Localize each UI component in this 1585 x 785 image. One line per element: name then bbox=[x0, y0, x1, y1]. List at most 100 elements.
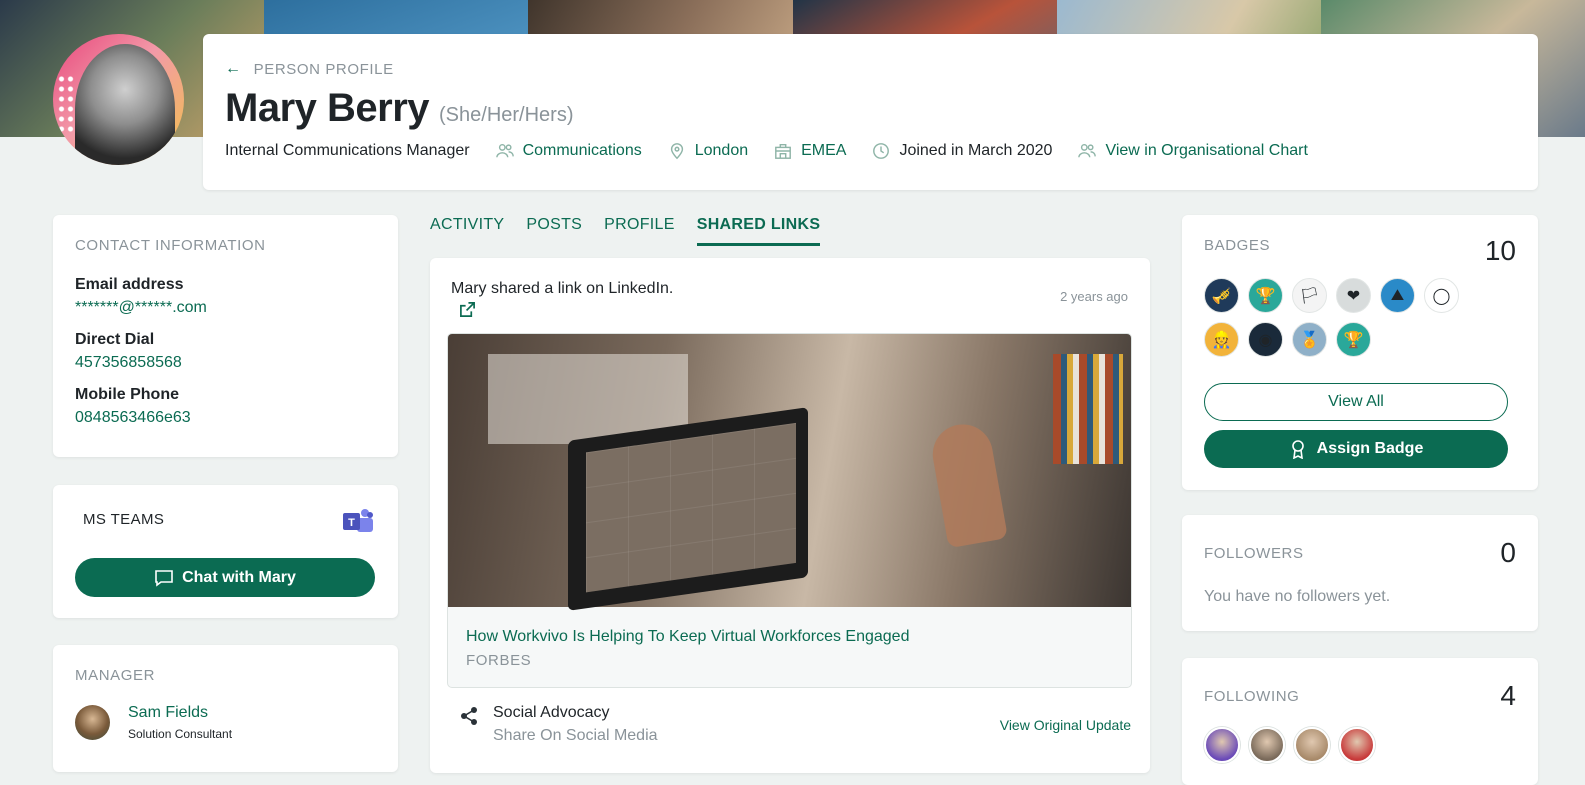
following-count: 4 bbox=[1500, 680, 1516, 711]
people-icon bbox=[495, 143, 514, 158]
post-time: 2 years ago bbox=[1060, 289, 1128, 304]
people-icon bbox=[1078, 143, 1097, 158]
post-author[interactable]: Mary bbox=[451, 280, 487, 297]
external-link-icon[interactable] bbox=[459, 301, 476, 318]
manager-card: MANAGER Sam Fields Solution Consultant bbox=[53, 645, 398, 772]
contact-title: CONTACT INFORMATION bbox=[75, 237, 266, 254]
post-header: Mary shared a link on LinkedIn. bbox=[448, 280, 1132, 298]
manager-name[interactable]: Sam Fields bbox=[128, 704, 232, 722]
org-chart-text: View in Organisational Chart bbox=[1105, 142, 1308, 159]
location-pin-icon bbox=[670, 143, 683, 160]
profile-tabs: ACTIVITY POSTS PROFILE SHARED LINKS bbox=[430, 216, 821, 246]
chat-button[interactable]: Chat with Mary bbox=[75, 558, 375, 597]
mind-badge-icon[interactable]: ◉ bbox=[1248, 322, 1283, 357]
person-name: Mary Berry bbox=[225, 86, 430, 130]
profile-avatar[interactable] bbox=[53, 34, 184, 165]
award-icon bbox=[1291, 440, 1304, 459]
followers-empty: You have no followers yet. bbox=[1204, 588, 1391, 605]
tab-profile[interactable]: PROFILE bbox=[604, 216, 675, 246]
tab-posts[interactable]: POSTS bbox=[526, 216, 582, 246]
image-books bbox=[1053, 354, 1123, 464]
manager-row[interactable]: Sam Fields Solution Consultant bbox=[75, 704, 376, 741]
view-original-link[interactable]: View Original Update bbox=[1000, 717, 1131, 733]
name-row: Mary Berry (She/Her/Hers) bbox=[225, 86, 1516, 131]
followers-title: FOLLOWERS bbox=[1204, 545, 1304, 562]
direct-dial-label: Direct Dial bbox=[75, 331, 155, 348]
trumpet-badge-icon[interactable]: 🎺 bbox=[1204, 278, 1239, 313]
link-title[interactable]: How Workvivo Is Helping To Keep Virtual … bbox=[448, 607, 1131, 646]
back-label: PERSON PROFILE bbox=[253, 60, 394, 78]
olympic-rings-badge-icon[interactable]: ◯ bbox=[1424, 278, 1459, 313]
link-preview-image bbox=[448, 334, 1131, 611]
clock-icon bbox=[873, 143, 890, 159]
image-video-grid bbox=[586, 422, 796, 593]
email-value[interactable]: *******@******.com bbox=[75, 299, 376, 317]
manager-title: MANAGER bbox=[75, 667, 156, 684]
manager-avatar[interactable] bbox=[75, 705, 110, 740]
badges-title: BADGES bbox=[1204, 237, 1271, 254]
tab-activity[interactable]: ACTIVITY bbox=[430, 216, 504, 246]
org-chart-link[interactable]: View in Organisational Chart bbox=[1078, 142, 1308, 160]
ms-teams-title: MS TEAMS bbox=[83, 511, 165, 528]
profile-meta: Internal Communications Manager Communic… bbox=[225, 142, 1516, 160]
location-text: London bbox=[694, 142, 749, 159]
region-link[interactable]: EMEA bbox=[774, 142, 846, 160]
landscape-badge-icon[interactable]: ⛰ bbox=[1380, 278, 1415, 313]
follower-avatar-3[interactable] bbox=[1294, 727, 1330, 763]
email-label: Email address bbox=[75, 276, 184, 293]
assign-badge-label: Assign Badge bbox=[1316, 440, 1424, 457]
avatar-pattern bbox=[57, 74, 75, 134]
astronaut-badge-icon[interactable]: 👷 bbox=[1204, 322, 1239, 357]
image-hand bbox=[928, 419, 1008, 549]
share-icon bbox=[461, 707, 477, 725]
ms-teams-icon: T bbox=[343, 509, 373, 532]
heart-badge-icon[interactable]: ❤ bbox=[1336, 278, 1371, 313]
contact-info-card: CONTACT INFORMATION Email address ******… bbox=[53, 215, 398, 457]
followers-count: 0 bbox=[1500, 537, 1516, 568]
chat-button-label: Chat with Mary bbox=[182, 568, 296, 586]
joined-text: Joined in March 2020 bbox=[899, 142, 1053, 159]
link-source: FORBES bbox=[466, 652, 532, 669]
medal-badge-icon[interactable]: 🏅 bbox=[1292, 322, 1327, 357]
following-avatars bbox=[1204, 727, 1516, 763]
department-link[interactable]: Communications bbox=[495, 142, 642, 160]
post-action: shared a link on LinkedIn. bbox=[486, 280, 674, 297]
assign-badge-button[interactable]: Assign Badge bbox=[1204, 430, 1508, 468]
mobile-value[interactable]: 0848563466e63 bbox=[75, 409, 376, 427]
shared-link-post: Mary shared a link on LinkedIn. 2 years … bbox=[430, 258, 1150, 773]
region-text: EMEA bbox=[801, 142, 847, 159]
following-card: FOLLOWING 4 bbox=[1182, 658, 1538, 785]
manager-role: Solution Consultant bbox=[128, 727, 233, 741]
building-icon bbox=[775, 143, 792, 159]
chat-bubble-icon bbox=[155, 569, 173, 587]
profile-header: ← PERSON PROFILE Mary Berry (She/Her/Her… bbox=[203, 34, 1538, 190]
follower-avatar-1[interactable] bbox=[1204, 727, 1240, 763]
tab-shared-links[interactable]: SHARED LINKS bbox=[696, 216, 821, 246]
job-title-text: Internal Communications Manager bbox=[225, 142, 470, 159]
arrow-left-icon: ← bbox=[225, 60, 242, 77]
link-preview[interactable]: How Workvivo Is Helping To Keep Virtual … bbox=[447, 333, 1132, 688]
avatar-photo bbox=[75, 44, 175, 165]
follower-avatar-2[interactable] bbox=[1249, 727, 1285, 763]
social-advocacy: Social Advocacy Share On Social Media bbox=[459, 704, 658, 745]
badge-grid: 🎺 🏆 🏳 ❤ ⛰ ◯ 👷 ◉ 🏅 🏆 bbox=[1204, 278, 1484, 357]
badges-count: 10 bbox=[1484, 235, 1516, 266]
pronouns: (She/Her/Hers) bbox=[439, 104, 574, 126]
followers-card: FOLLOWERS 0 You have no followers yet. bbox=[1182, 515, 1538, 631]
ms-teams-card: MS TEAMS T Chat with Mary bbox=[53, 485, 398, 618]
department-text: Communications bbox=[522, 142, 642, 159]
image-laptop bbox=[568, 407, 808, 611]
follower-avatar-4[interactable] bbox=[1339, 727, 1375, 763]
location-link[interactable]: London bbox=[668, 142, 748, 160]
pride-flag-badge-icon[interactable]: 🏳 bbox=[1292, 278, 1327, 313]
advocacy-subtitle: Share On Social Media bbox=[493, 727, 658, 744]
svg-text:T: T bbox=[348, 517, 355, 529]
job-title: Internal Communications Manager bbox=[225, 142, 470, 160]
joined-date: Joined in March 2020 bbox=[872, 142, 1052, 160]
cup-badge-icon[interactable]: 🏆 bbox=[1336, 322, 1371, 357]
following-title: FOLLOWING bbox=[1204, 688, 1300, 705]
back-link[interactable]: ← PERSON PROFILE bbox=[225, 60, 1516, 78]
view-all-button[interactable]: View All bbox=[1204, 383, 1508, 421]
trophy-badge-icon[interactable]: 🏆 bbox=[1248, 278, 1283, 313]
direct-dial-value[interactable]: 457356858568 bbox=[75, 354, 376, 372]
